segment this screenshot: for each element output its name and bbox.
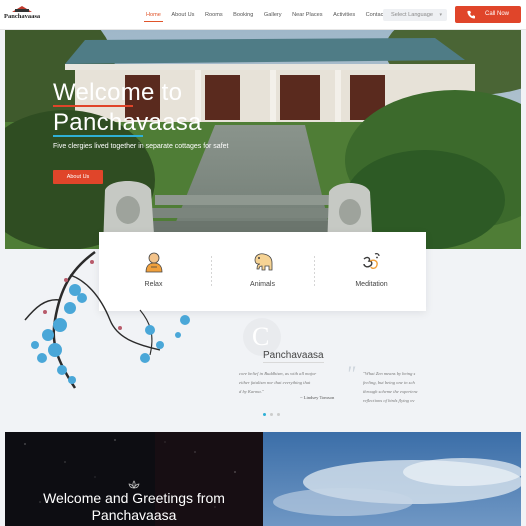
elephant-icon	[254, 253, 272, 271]
nav-near-places[interactable]: Near Places	[292, 12, 322, 18]
feature-label: Animals	[250, 281, 275, 288]
hero-subtitle: Five clergies lived together in separate…	[53, 143, 229, 150]
quote-line: "What Zen means by being s	[363, 371, 416, 376]
welcome-heading-line2: Panchavaasa	[91, 507, 177, 523]
nav-rooms[interactable]: Rooms	[205, 12, 223, 18]
welcome-heading: Welcome and Greetings from Panchavaasa	[5, 490, 263, 524]
carousel-dot-1[interactable]	[263, 413, 266, 416]
phone-icon	[467, 10, 475, 19]
blossom-branch-illustration	[24, 250, 190, 389]
quote-line: core belief in Buddhism, as with all maj…	[239, 371, 317, 376]
hero-banner: Welcome to Panchavaasa Five clergies liv…	[5, 30, 521, 249]
nav-booking[interactable]: Booking	[233, 12, 253, 18]
sky-image	[263, 432, 521, 526]
quote-line: through scheme the experienc	[363, 389, 418, 394]
testimonial-quote-left: core belief in Buddhism, as with all maj…	[239, 369, 339, 396]
nav-gallery[interactable]: Gallery	[264, 12, 282, 18]
logo-text: Panchavaasa	[4, 13, 41, 20]
nav-home[interactable]: Home	[144, 12, 163, 22]
welcome-heading-line1: Welcome and Greetings from	[43, 490, 225, 506]
hero-title-line1: Welcome to	[53, 78, 202, 108]
language-select-value: Select Language	[391, 12, 433, 18]
hero-title: Welcome to Panchavaasa	[53, 78, 202, 138]
feature-animals[interactable]: Animals	[208, 232, 317, 311]
call-now-label: Call Now	[485, 11, 510, 17]
divider	[314, 256, 315, 286]
feature-label: Meditation	[355, 281, 388, 288]
language-select[interactable]: Select Language ▾	[383, 9, 447, 21]
testimonial-logo-letter: C	[252, 322, 270, 351]
welcome-section: Welcome and Greetings from Panchavaasa	[5, 432, 263, 526]
carousel-dot-2[interactable]	[270, 413, 273, 416]
quote-line: either fatalism nor that everything that	[239, 380, 311, 385]
quote-line: feeling, but being one in sch	[363, 380, 415, 385]
site-header: Panchavaasa Home About Us Rooms Booking …	[0, 0, 526, 30]
quote-mark-icon: "	[346, 361, 356, 386]
main-nav: Home About Us Rooms Booking Gallery Near…	[144, 0, 395, 30]
carousel-dot-3[interactable]	[277, 413, 280, 416]
testimonial-quote-right: "What Zen means by being s feeling, but …	[363, 369, 427, 405]
logo-house-icon	[15, 9, 29, 12]
about-us-button[interactable]: About Us	[53, 170, 103, 184]
om-icon	[362, 253, 380, 269]
call-now-button[interactable]: Call Now	[455, 6, 521, 23]
carousel-dots	[263, 413, 284, 416]
lotus-icon	[128, 480, 140, 489]
nav-activities[interactable]: Activities	[333, 12, 355, 18]
hero-photo	[5, 30, 521, 249]
feature-meditation[interactable]: Meditation	[317, 232, 426, 311]
quote-line: reflections of birds flying ov	[363, 398, 415, 403]
testimonial-author: ~ Lindsey Tomson	[300, 395, 335, 400]
logo[interactable]: Panchavaasa	[4, 6, 40, 22]
hero-title-line2: Panchavaasa	[53, 109, 202, 137]
nav-about-us[interactable]: About Us	[171, 12, 194, 18]
testimonial-title: Panchavaasa	[263, 350, 324, 363]
chevron-down-icon: ▾	[439, 12, 442, 18]
sky-photo	[263, 432, 521, 526]
